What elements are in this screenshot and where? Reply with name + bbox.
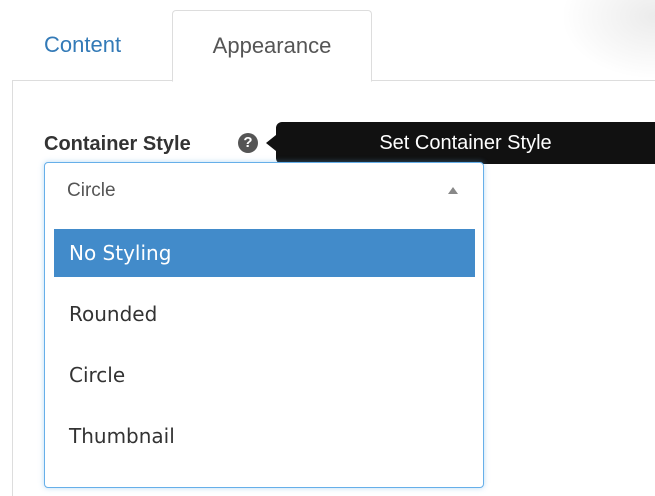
tooltip: Set Container Style xyxy=(276,122,655,164)
caret-up-icon[interactable] xyxy=(448,187,458,194)
container-style-label: Container Style xyxy=(44,133,191,155)
container-style-panel: Content Appearance Container Style ? Set… xyxy=(0,0,655,496)
tab-content[interactable]: Content xyxy=(16,10,166,80)
option-circle[interactable]: Circle xyxy=(54,351,475,399)
tab-appearance[interactable]: Appearance xyxy=(172,10,372,82)
option-no-styling[interactable]: No Styling xyxy=(54,229,475,277)
tooltip-arrow xyxy=(266,135,276,151)
dropdown-options: No Styling Rounded Circle Thumbnail xyxy=(54,229,475,473)
select-current-value[interactable]: Circle xyxy=(67,177,116,205)
option-thumbnail[interactable]: Thumbnail xyxy=(54,412,475,460)
question-circle-icon[interactable]: ? xyxy=(238,133,258,153)
tab-bar: Content Appearance xyxy=(0,0,655,82)
panel-border xyxy=(12,80,13,496)
option-rounded[interactable]: Rounded xyxy=(54,290,475,338)
container-style-select[interactable]: Circle No Styling Rounded Circle Thumbna… xyxy=(44,162,484,488)
